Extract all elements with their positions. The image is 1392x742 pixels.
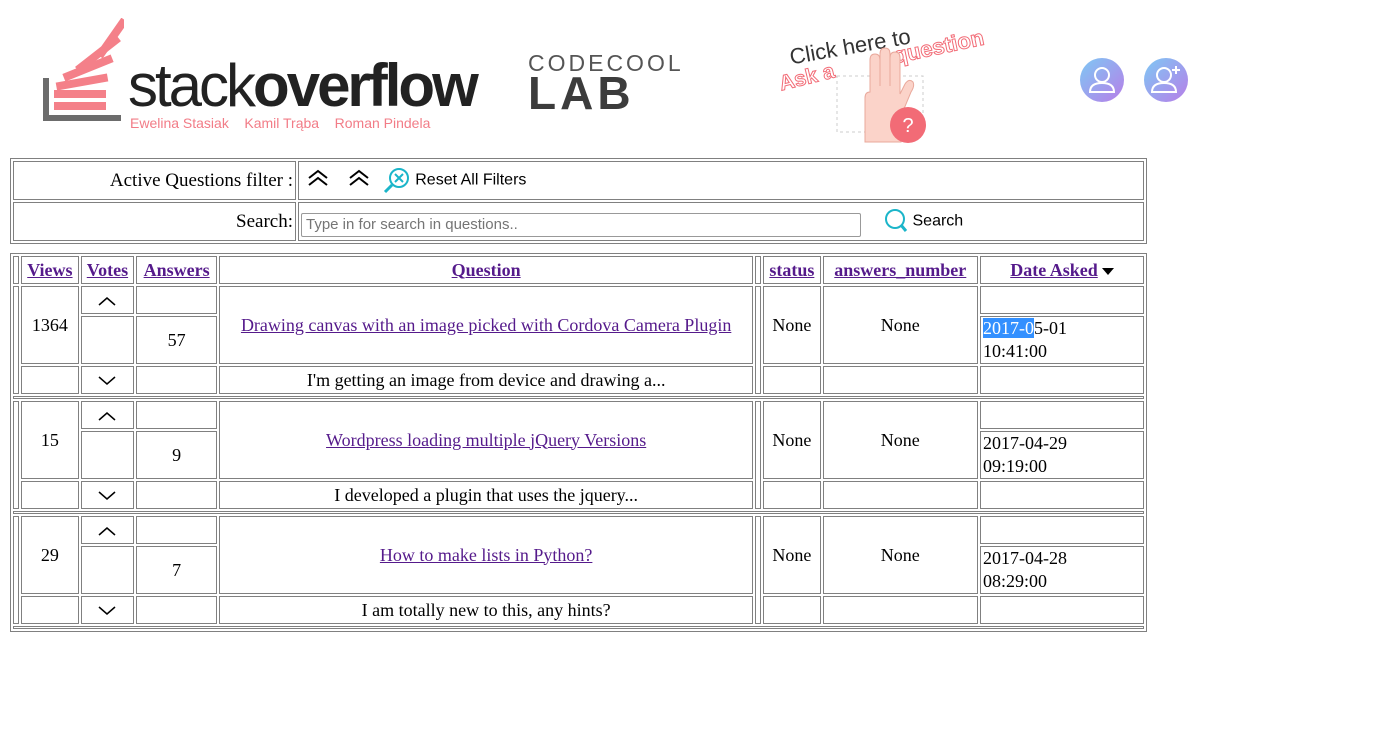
sort-date-link[interactable]: Date Asked	[1010, 260, 1098, 280]
filters-table: Active Questions filter : Reset All Filt…	[10, 158, 1147, 244]
answers-cell: 9	[136, 431, 218, 479]
add-user-icon	[1150, 66, 1180, 93]
search-label: Search:	[13, 202, 296, 241]
stackoverflow-logo[interactable]: stackoverflow Ewelina Stasiak Kamil Trąb…	[40, 18, 500, 138]
search-icon	[884, 208, 907, 232]
sort-status-link[interactable]: status	[769, 260, 814, 280]
col-views[interactable]: Views	[21, 256, 79, 284]
table-row: 15 Wordpress loading multiple jQuery Ver…	[13, 401, 1144, 509]
downvote-icon[interactable]	[80, 481, 135, 509]
raised-hand-icon: ?	[836, 47, 926, 143]
selected-text: 2017-0	[983, 318, 1034, 338]
question-link[interactable]: Drawing canvas with an image picked with…	[241, 315, 731, 335]
status-cell: None	[763, 401, 821, 479]
question-cell: Drawing canvas with an image picked with…	[219, 286, 754, 364]
lab-text: LAB	[528, 67, 635, 119]
excerpt-cell: I'm getting an image from device and dra…	[219, 366, 754, 394]
authors: Ewelina Stasiak Kamil Trąba Roman Pindel…	[130, 115, 431, 131]
date-cell: 2017-04-28 08:29:00	[980, 546, 1144, 594]
search-button-label: Search	[912, 212, 964, 230]
search-controls: Search	[298, 202, 1144, 241]
answers-number-cell: None	[822, 516, 978, 594]
search-input[interactable]	[301, 212, 861, 237]
col-question[interactable]: Question	[219, 256, 754, 284]
question-cell: How to make lists in Python?	[219, 516, 754, 594]
sort-votes-link[interactable]: Votes	[87, 260, 128, 280]
question-link[interactable]: How to make lists in Python?	[380, 545, 593, 565]
search-button[interactable]: Search	[866, 208, 964, 232]
excerpt-cell: I developed a plugin that uses the jquer…	[219, 481, 754, 509]
question-cell: Wordpress loading multiple jQuery Versio…	[219, 401, 754, 479]
views-cell: 1364	[21, 286, 79, 364]
ask-line2: Ask a	[776, 59, 837, 96]
excerpt-cell: I am totally new to this, any hints?	[219, 596, 754, 624]
sort-question-link[interactable]: Question	[452, 260, 521, 280]
views-cell: 15	[21, 401, 79, 479]
svg-text:?: ?	[902, 115, 913, 137]
upvote-icon[interactable]	[80, 286, 135, 314]
sort-up-icon[interactable]	[305, 169, 331, 193]
answers-cell: 7	[136, 546, 218, 594]
col-date-asked[interactable]: Date Asked	[980, 256, 1144, 284]
questions-table: Views Votes Answers Question status answ…	[10, 253, 1147, 632]
ask-question-button[interactable]: Click here to Ask a question ?	[775, 14, 1030, 144]
table-row: 1364 Drawing canvas with an image picked…	[13, 286, 1144, 394]
sort-up-icon-2[interactable]	[346, 169, 372, 193]
table-row: 29 How to make lists in Python? None Non…	[13, 516, 1144, 624]
answers-number-cell: None	[822, 286, 978, 364]
col-answers[interactable]: Answers	[136, 256, 218, 284]
register-button[interactable]	[1144, 58, 1188, 102]
views-cell: 29	[21, 516, 79, 594]
stack-icon	[43, 18, 124, 121]
sort-answers-link[interactable]: Answers	[144, 260, 210, 280]
sort-desc-icon	[1101, 267, 1114, 275]
codecool-lab-logo: CODECOOL LAB	[528, 52, 718, 119]
answers-cell: 57	[136, 316, 218, 364]
user-icon	[1088, 67, 1116, 93]
active-filter-controls: Reset All Filters	[298, 161, 1144, 200]
date-cell: 2017-05-01 10:41:00	[980, 316, 1144, 364]
col-answers-number[interactable]: answers_number	[822, 256, 978, 284]
sort-views-link[interactable]: Views	[27, 260, 72, 280]
reset-filters-button[interactable]: Reset All Filters	[383, 167, 527, 193]
answers-number-cell: None	[822, 401, 978, 479]
sort-answers-number-link[interactable]: answers_number	[834, 260, 966, 280]
active-filter-label: Active Questions filter :	[13, 161, 296, 200]
status-cell: None	[763, 516, 821, 594]
upvote-icon[interactable]	[80, 516, 135, 544]
search-clear-icon	[383, 167, 409, 193]
table-header-row: Views Votes Answers Question status answ…	[13, 256, 1144, 284]
downvote-icon[interactable]	[80, 366, 135, 394]
upvote-icon[interactable]	[80, 401, 135, 429]
date-cell: 2017-04-29 09:19:00	[980, 431, 1144, 479]
question-link[interactable]: Wordpress loading multiple jQuery Versio…	[326, 430, 646, 450]
downvote-icon[interactable]	[80, 596, 135, 624]
status-cell: None	[763, 286, 821, 364]
reset-filters-label: Reset All Filters	[415, 171, 527, 189]
col-status[interactable]: status	[763, 256, 821, 284]
login-button[interactable]	[1080, 58, 1124, 102]
col-votes[interactable]: Votes	[80, 256, 135, 284]
logo-wordmark: stackoverflow	[128, 52, 479, 119]
